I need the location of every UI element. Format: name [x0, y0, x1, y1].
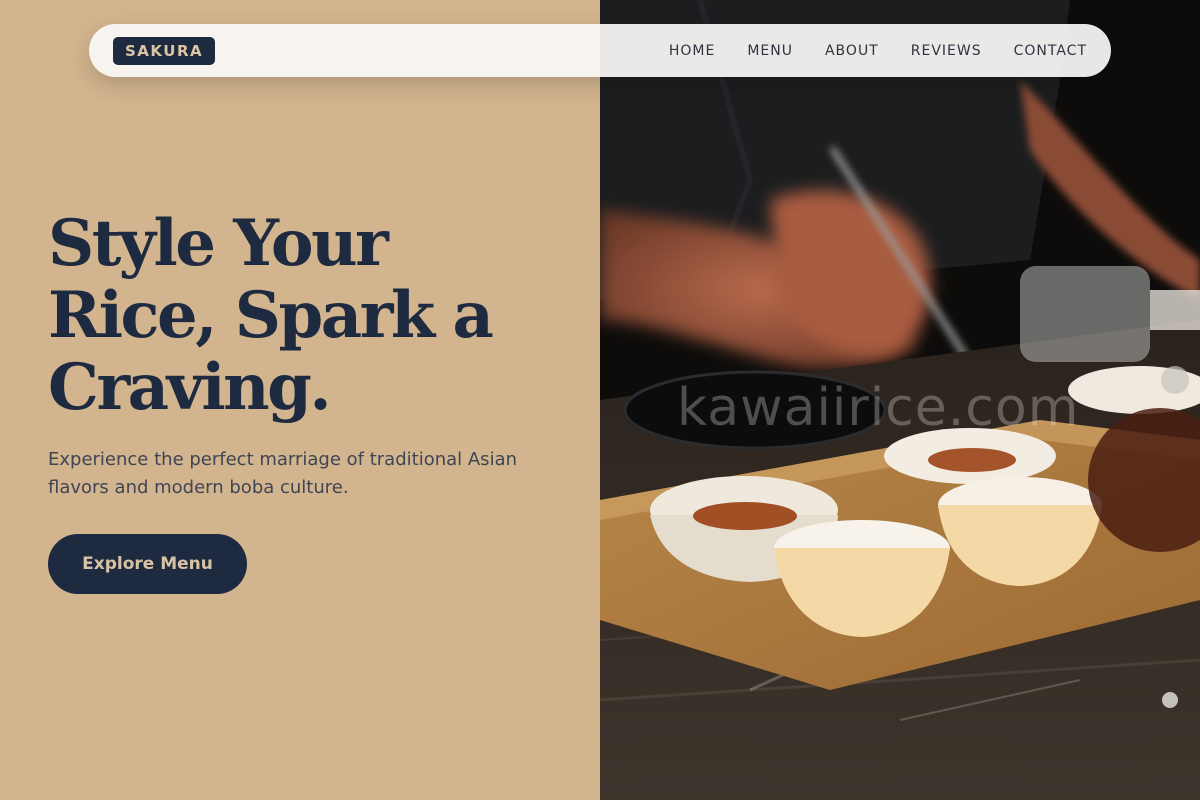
hero-title-line-3: Craving. [48, 350, 332, 425]
explore-menu-button[interactable]: Explore Menu [48, 534, 247, 594]
hero-title-line-1: Style Your [48, 206, 389, 281]
brand-logo[interactable]: SAKURA [113, 36, 216, 65]
hero-title-line-2: Rice, Spark a [48, 278, 494, 353]
hero-title: Style Your Rice, Spark a Craving. [48, 208, 568, 424]
nav-contact-link[interactable]: CONTACT [1014, 43, 1087, 59]
nav-reviews-link[interactable]: REVIEWS [911, 43, 982, 59]
image-watermark: kawaiirice.com [677, 378, 1080, 438]
nav-menu-link[interactable]: MENU [747, 43, 793, 59]
nav-home-link[interactable]: HOME [669, 43, 715, 59]
top-navbar: SAKURA HOME MENU ABOUT REVIEWS CONTACT [89, 24, 1111, 77]
nav-links: HOME MENU ABOUT REVIEWS CONTACT [669, 43, 1087, 59]
nav-about-link[interactable]: ABOUT [825, 43, 879, 59]
hero-subtitle: Experience the perfect marriage of tradi… [48, 449, 518, 498]
